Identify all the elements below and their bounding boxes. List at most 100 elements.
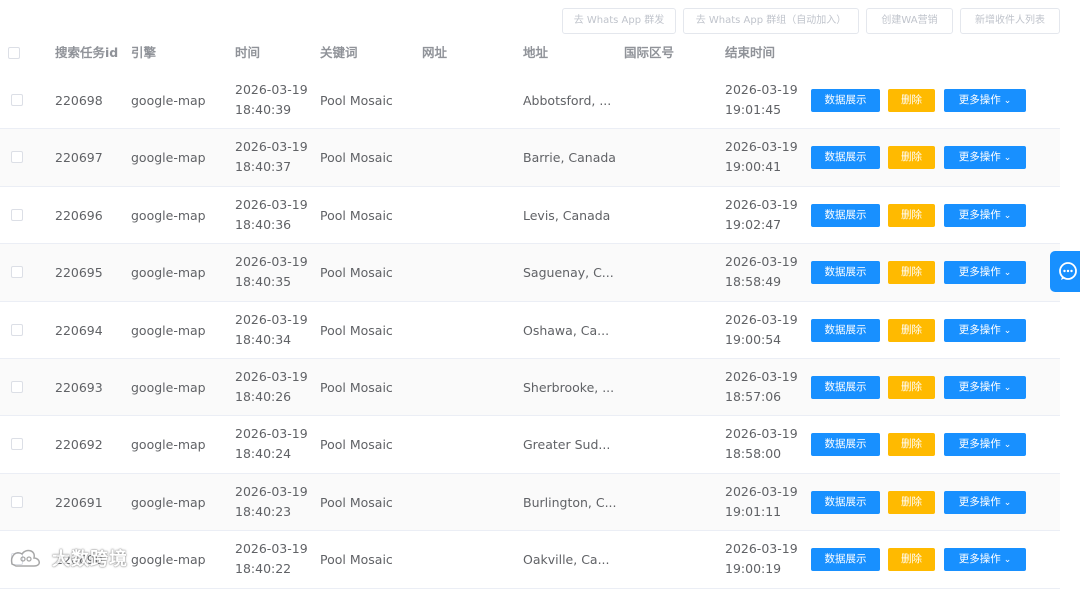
cell-task-id: 220696 [55,207,103,223]
cell-address: Greater Sud... [523,437,611,453]
cell-time: 2026-03-19 18:40:34 [235,302,308,359]
data-display-button[interactable]: 数据展示 [811,490,880,514]
chevron-down-icon: ⌄ [1003,96,1012,106]
header-end-time: 结束时间 [725,45,776,60]
more-actions-button[interactable]: 更多操作 ⌄ [944,261,1026,285]
cell-end-time: 2026-03-19 19:01:11 [725,474,798,531]
watermark-logo-icon [10,549,40,567]
whatsapp-bulk-send-button[interactable]: 去 Whats App 群发 [562,8,676,34]
more-actions-button[interactable]: 更多操作 ⌄ [944,89,1026,112]
row-checkbox[interactable] [11,151,23,164]
cell-end-date: 2026-03-19 [725,311,798,327]
cell-address: Abbotsford, ... [523,93,612,108]
data-display-button[interactable]: 数据展示 [811,203,880,227]
cell-end-time: 2026-03-19 19:00:41 [725,129,798,186]
data-display-button[interactable]: 数据展示 [811,261,880,285]
more-actions-button[interactable]: 更多操作 ⌄ [944,490,1026,514]
table-row: 220691 google-map 2026-03-19 18:40:23 Pool M… [0,473,1060,532]
cell-task-id: 220691 [55,494,103,510]
cell-time-clock: 18:40:37 [235,159,292,175]
cell-task-id: 220693 [55,379,103,395]
delete-button[interactable]: 删除 [888,146,935,170]
data-display-button[interactable]: 数据展示 [811,548,880,572]
row-checkbox[interactable] [11,208,23,221]
cell-end-clock: 19:02:47 [725,216,782,232]
more-actions-label: 更多操作 [958,266,1001,279]
chat-float-button[interactable] [1050,251,1080,292]
row-checkbox[interactable] [11,495,23,508]
cell-address: Saguenay, C... [523,265,614,281]
table-row: 220692 google-map 2026-03-19 18:40:24 Pool M… [0,416,1060,474]
more-actions-button[interactable]: 更多操作 ⌄ [944,203,1026,227]
watermark-text: 大数跨境 [52,549,128,570]
more-actions-button[interactable]: 更多操作 ⌄ [944,375,1026,399]
cell-end-date: 2026-03-19 [725,483,798,499]
cell-time: 2026-03-19 18:40:24 [235,416,308,473]
table-row: 220695 google-map 2026-03-19 18:40:35 Pool M… [0,244,1060,302]
cell-time-date: 2026-03-19 [235,311,308,327]
more-actions-button[interactable]: 更多操作 ⌄ [944,318,1026,342]
cell-keyword: Pool Mosaic [320,150,393,166]
data-display-button[interactable]: 数据展示 [811,89,880,112]
cell-end-date: 2026-03-19 [725,196,798,212]
cell-time-date: 2026-03-19 [235,196,308,212]
add-recipient-list-button[interactable]: 新增收件人列表 [960,8,1060,34]
data-display-button[interactable]: 数据展示 [811,318,880,342]
table-row: 220694 google-map 2026-03-19 18:40:34 Pool M… [0,301,1060,359]
row-checkbox[interactable] [11,438,23,451]
chevron-down-icon: ⌄ [1003,268,1012,279]
delete-button[interactable]: 删除 [888,490,935,514]
header-time: 时间 [235,45,261,60]
cell-end-date: 2026-03-19 [725,541,798,557]
chevron-down-icon: ⌄ [1003,210,1012,221]
cell-end-time: 2026-03-19 19:00:19 [725,531,798,588]
table-row: 220693 google-map 2026-03-19 18:40:26 Pool M… [0,358,1060,417]
header-keyword: 关键词 [320,45,358,60]
data-display-button[interactable]: 数据展示 [811,375,880,399]
table-row: 220696 google-map 2026-03-19 18:40:36 Pool M… [0,186,1060,245]
cell-keyword: Pool Mosaic [320,322,393,338]
delete-button[interactable]: 删除 [888,318,935,342]
cell-time-date: 2026-03-19 [235,483,308,499]
cell-engine: google-map [131,207,206,223]
cell-time: 2026-03-19 18:40:22 [235,531,308,588]
cell-address: Levis, Canada [523,207,611,223]
row-checkbox[interactable] [11,323,23,336]
delete-button[interactable]: 删除 [888,203,935,227]
more-actions-label: 更多操作 [958,380,1001,393]
cell-time-clock: 18:40:34 [235,331,292,347]
more-actions-button[interactable]: 更多操作 ⌄ [944,433,1026,457]
chevron-down-icon: ⌄ [1003,382,1012,393]
more-actions-button[interactable]: 更多操作 ⌄ [944,548,1026,572]
row-checkbox[interactable] [11,380,23,393]
delete-button[interactable]: 删除 [888,261,935,285]
more-actions-button[interactable]: 更多操作 ⌄ [944,146,1026,170]
cell-time: 2026-03-19 18:40:26 [235,359,308,416]
cell-end-clock: 18:58:00 [725,446,782,462]
create-wa-marketing-button[interactable]: 创建WA营销 [866,8,953,34]
cell-engine: google-map [131,265,206,281]
cell-task-id: 220698 [55,93,103,108]
data-display-button[interactable]: 数据展示 [811,146,880,170]
cell-end-date: 2026-03-19 [725,368,798,384]
more-actions-label: 更多操作 [958,438,1001,451]
cell-end-clock: 18:57:06 [725,388,782,404]
cell-time: 2026-03-19 18:40:37 [235,129,308,186]
cell-time: 2026-03-19 18:40:35 [235,244,308,301]
cell-end-date: 2026-03-19 [725,254,798,270]
delete-button[interactable]: 删除 [888,375,935,399]
delete-button[interactable]: 删除 [888,89,935,112]
row-checkbox[interactable] [11,94,23,106]
cell-time-date: 2026-03-19 [235,82,308,97]
chevron-down-icon: ⌄ [1003,153,1012,164]
more-actions-label: 更多操作 [958,495,1001,508]
whatsapp-group-join-button[interactable]: 去 Whats App 群组（自动加入） [683,8,859,34]
data-display-button[interactable]: 数据展示 [811,433,880,457]
more-actions-label: 更多操作 [958,323,1001,336]
delete-button[interactable]: 删除 [888,548,935,572]
row-checkbox[interactable] [11,266,23,279]
select-all-checkbox[interactable] [8,47,20,59]
delete-button[interactable]: 删除 [888,433,935,457]
cell-address: Burlington, C... [523,494,617,510]
cell-address: Barrie, Canada [523,150,616,166]
